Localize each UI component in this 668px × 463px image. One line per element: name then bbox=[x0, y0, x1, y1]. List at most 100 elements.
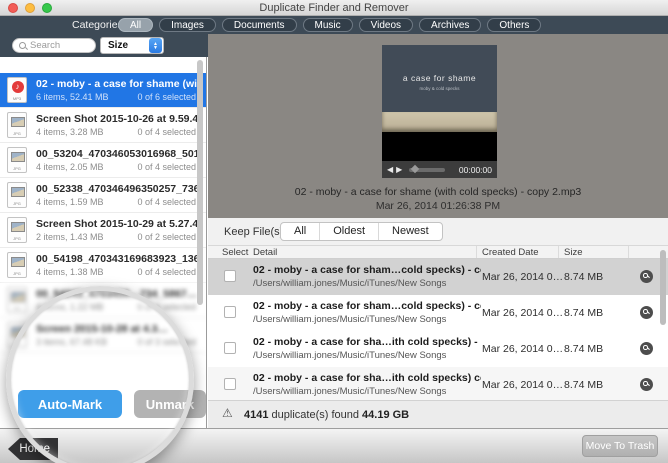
table-row[interactable]: 02 - moby - a case for sham…cold specks)… bbox=[208, 295, 668, 331]
file-path: /Users/william.jones/Music/iTunes/New So… bbox=[253, 386, 447, 397]
sort-dropdown[interactable]: Size ▲ ▼ bbox=[100, 37, 164, 54]
quicklook-icon[interactable] bbox=[640, 270, 653, 283]
seek-slider[interactable] bbox=[409, 164, 446, 174]
group-item[interactable]: JPG Screen 2015-10-28 at 4.3… 3 items, 6… bbox=[0, 318, 206, 353]
group-meta: 4 items, 3.28 MB 0 of 4 selected bbox=[36, 127, 196, 137]
media-preview[interactable]: a case for shame moby & cold specks ◀ ▶ … bbox=[382, 45, 497, 178]
file-name: 02 - moby - a case for sha…ith cold spec… bbox=[253, 372, 481, 384]
keep-all-button[interactable]: All bbox=[281, 223, 321, 240]
table-row[interactable]: 02 - moby - a case for sha…ith cold spec… bbox=[208, 367, 668, 400]
sort-value: Size bbox=[108, 40, 129, 51]
tab-videos[interactable]: Videos bbox=[358, 18, 414, 32]
tab-music[interactable]: Music bbox=[302, 18, 353, 32]
group-item[interactable]: JPG Screen Shot 2015-10-26 at 9.59.47… 4… bbox=[0, 108, 206, 143]
table-row[interactable]: 02 - moby - a case for sham…cold specks)… bbox=[208, 259, 668, 295]
sidebar-toolbar: Size ▲▼ bbox=[0, 34, 210, 57]
group-item[interactable]: JPG 00_54243_4703456…734_5867… 4 items, … bbox=[0, 283, 206, 318]
album-art: a case for shame moby & cold specks bbox=[382, 45, 497, 132]
group-item[interactable]: JPG 00_52338_470346496350257_7364… 4 ite… bbox=[0, 178, 206, 213]
group-item[interactable]: JPG 00_53204_470346053016968_5011… 4 ite… bbox=[0, 143, 206, 178]
quicklook-icon[interactable] bbox=[640, 342, 653, 355]
group-name: 00_54243_4703456…734_5867… bbox=[36, 288, 198, 300]
file-created-date: Mar 26, 2014 0… bbox=[482, 343, 564, 355]
quicklook-icon[interactable] bbox=[640, 378, 653, 391]
group-name: 00_54198_470343169683923_1361… bbox=[36, 253, 202, 265]
tab-archives[interactable]: Archives bbox=[419, 18, 482, 32]
keep-oldest-button[interactable]: Oldest bbox=[320, 223, 380, 240]
preview-file-name: 02 - moby - a case for shame (with cold … bbox=[294, 186, 582, 198]
column-divider bbox=[628, 246, 629, 258]
jpg-file-icon: JPG bbox=[7, 182, 27, 208]
row-checkbox[interactable] bbox=[224, 342, 236, 354]
file-size: 8.74 MB bbox=[564, 307, 604, 319]
duplicate-groups-list: ♪MP3 02 - moby - a case for shame (with … bbox=[0, 57, 207, 428]
group-meta: 3 items, 67.48 KB 0 of 3 selected bbox=[36, 337, 196, 347]
file-created-date: Mar 26, 2014 0… bbox=[482, 307, 564, 319]
file-path: /Users/william.jones/Music/iTunes/New So… bbox=[253, 350, 447, 361]
app-window: Duplicate Finder and Remover Categories … bbox=[0, 0, 668, 463]
group-item[interactable]: ♪MP3 02 - moby - a case for shame (with … bbox=[0, 73, 206, 108]
group-item[interactable]: JPG Screen Shot 2015-10-29 at 5.27.41… 2… bbox=[0, 213, 206, 248]
group-name: Screen 2015-10-28 at 4.3… bbox=[36, 323, 168, 335]
file-path: /Users/william.jones/Music/iTunes/New So… bbox=[253, 278, 447, 289]
warning-icon: ⚠ bbox=[222, 406, 233, 420]
group-item[interactable]: JPG 00_54198_470343169683923_1361… 4 ite… bbox=[0, 248, 206, 283]
album-art-title: a case for shame bbox=[402, 73, 477, 83]
category-tabs: All Images Documents Music Videos Archiv… bbox=[118, 18, 542, 32]
group-name: 00_53204_470346053016968_5011… bbox=[36, 148, 202, 160]
album-art-subtitle: moby & cold specks bbox=[419, 86, 460, 91]
table-scrollbar[interactable] bbox=[660, 250, 666, 325]
categories-label: Categories bbox=[72, 19, 123, 31]
preview-file-date: Mar 26, 2014 01:26:38 PM bbox=[375, 200, 501, 212]
player-controls: ◀ ▶ 00:00:00 bbox=[382, 161, 497, 178]
tab-others[interactable]: Others bbox=[487, 18, 542, 32]
tab-documents[interactable]: Documents bbox=[221, 18, 297, 32]
group-name: Screen Shot 2015-10-29 at 5.27.41… bbox=[36, 218, 202, 230]
group-name: 02 - moby - a case for shame (with c… bbox=[36, 78, 202, 90]
file-size: 8.74 MB bbox=[564, 271, 604, 283]
header-created-date[interactable]: Created Date bbox=[482, 247, 539, 258]
file-name: 02 - moby - a case for sham…cold specks)… bbox=[253, 300, 481, 312]
row-checkbox[interactable] bbox=[224, 378, 236, 390]
row-checkbox[interactable] bbox=[224, 270, 236, 282]
stepper-icon[interactable]: ▲ ▼ bbox=[149, 38, 162, 53]
header-select[interactable]: Select bbox=[222, 247, 248, 258]
home-button[interactable]: Home bbox=[8, 438, 58, 460]
bottom-bar: Home Move To Trash bbox=[0, 428, 668, 463]
play-icon[interactable]: ▶ bbox=[396, 165, 402, 174]
jpg-file-icon: JPG bbox=[7, 252, 27, 278]
jpg-file-icon: JPG bbox=[7, 217, 27, 243]
tab-all[interactable]: All bbox=[118, 18, 154, 32]
table-header: Select Detail Created Date Size bbox=[208, 246, 668, 259]
group-name: 00_52338_470346496350257_7364… bbox=[36, 183, 202, 195]
title-bar: Duplicate Finder and Remover bbox=[0, 0, 668, 16]
file-created-date: Mar 26, 2014 0… bbox=[482, 271, 564, 283]
file-size: 8.74 MB bbox=[564, 343, 604, 355]
search-input[interactable] bbox=[30, 40, 86, 51]
file-name: 02 - moby - a case for sha…ith cold spec… bbox=[253, 336, 481, 348]
file-size: 8.74 MB bbox=[564, 379, 604, 391]
file-created-date: Mar 26, 2014 0… bbox=[482, 379, 564, 391]
header-size[interactable]: Size bbox=[564, 247, 582, 258]
column-divider bbox=[558, 246, 559, 258]
jpg-file-icon: JPG bbox=[7, 287, 27, 313]
seek-knob[interactable] bbox=[411, 164, 420, 174]
tab-images[interactable]: Images bbox=[159, 18, 216, 32]
search-field[interactable] bbox=[12, 38, 96, 53]
table-row[interactable]: 02 - moby - a case for sha…ith cold spec… bbox=[208, 331, 668, 367]
sidebar-scrollbar[interactable] bbox=[197, 60, 203, 305]
quicklook-icon[interactable] bbox=[640, 306, 653, 319]
status-text: 4141 duplicate(s) found 44.19 GB bbox=[244, 409, 410, 421]
unmark-button[interactable]: Unmark bbox=[134, 390, 206, 418]
rewind-icon[interactable]: ◀ bbox=[387, 165, 393, 174]
row-checkbox[interactable] bbox=[224, 306, 236, 318]
duplicate-files-table: 02 - moby - a case for sham…cold specks)… bbox=[208, 259, 668, 400]
group-name: Screen Shot 2015-10-26 at 9.59.47… bbox=[36, 113, 202, 125]
auto-mark-button[interactable]: Auto-Mark bbox=[18, 390, 122, 418]
move-to-trash-button[interactable]: Move To Trash bbox=[582, 435, 658, 457]
player-time: 00:00:00 bbox=[458, 164, 492, 175]
keep-newest-button[interactable]: Newest bbox=[379, 223, 442, 240]
status-bar: ⚠ 4141 duplicate(s) found 44.19 GB bbox=[208, 400, 668, 428]
header-detail[interactable]: Detail bbox=[253, 247, 277, 258]
file-path: /Users/william.jones/Music/iTunes/New So… bbox=[253, 314, 447, 325]
